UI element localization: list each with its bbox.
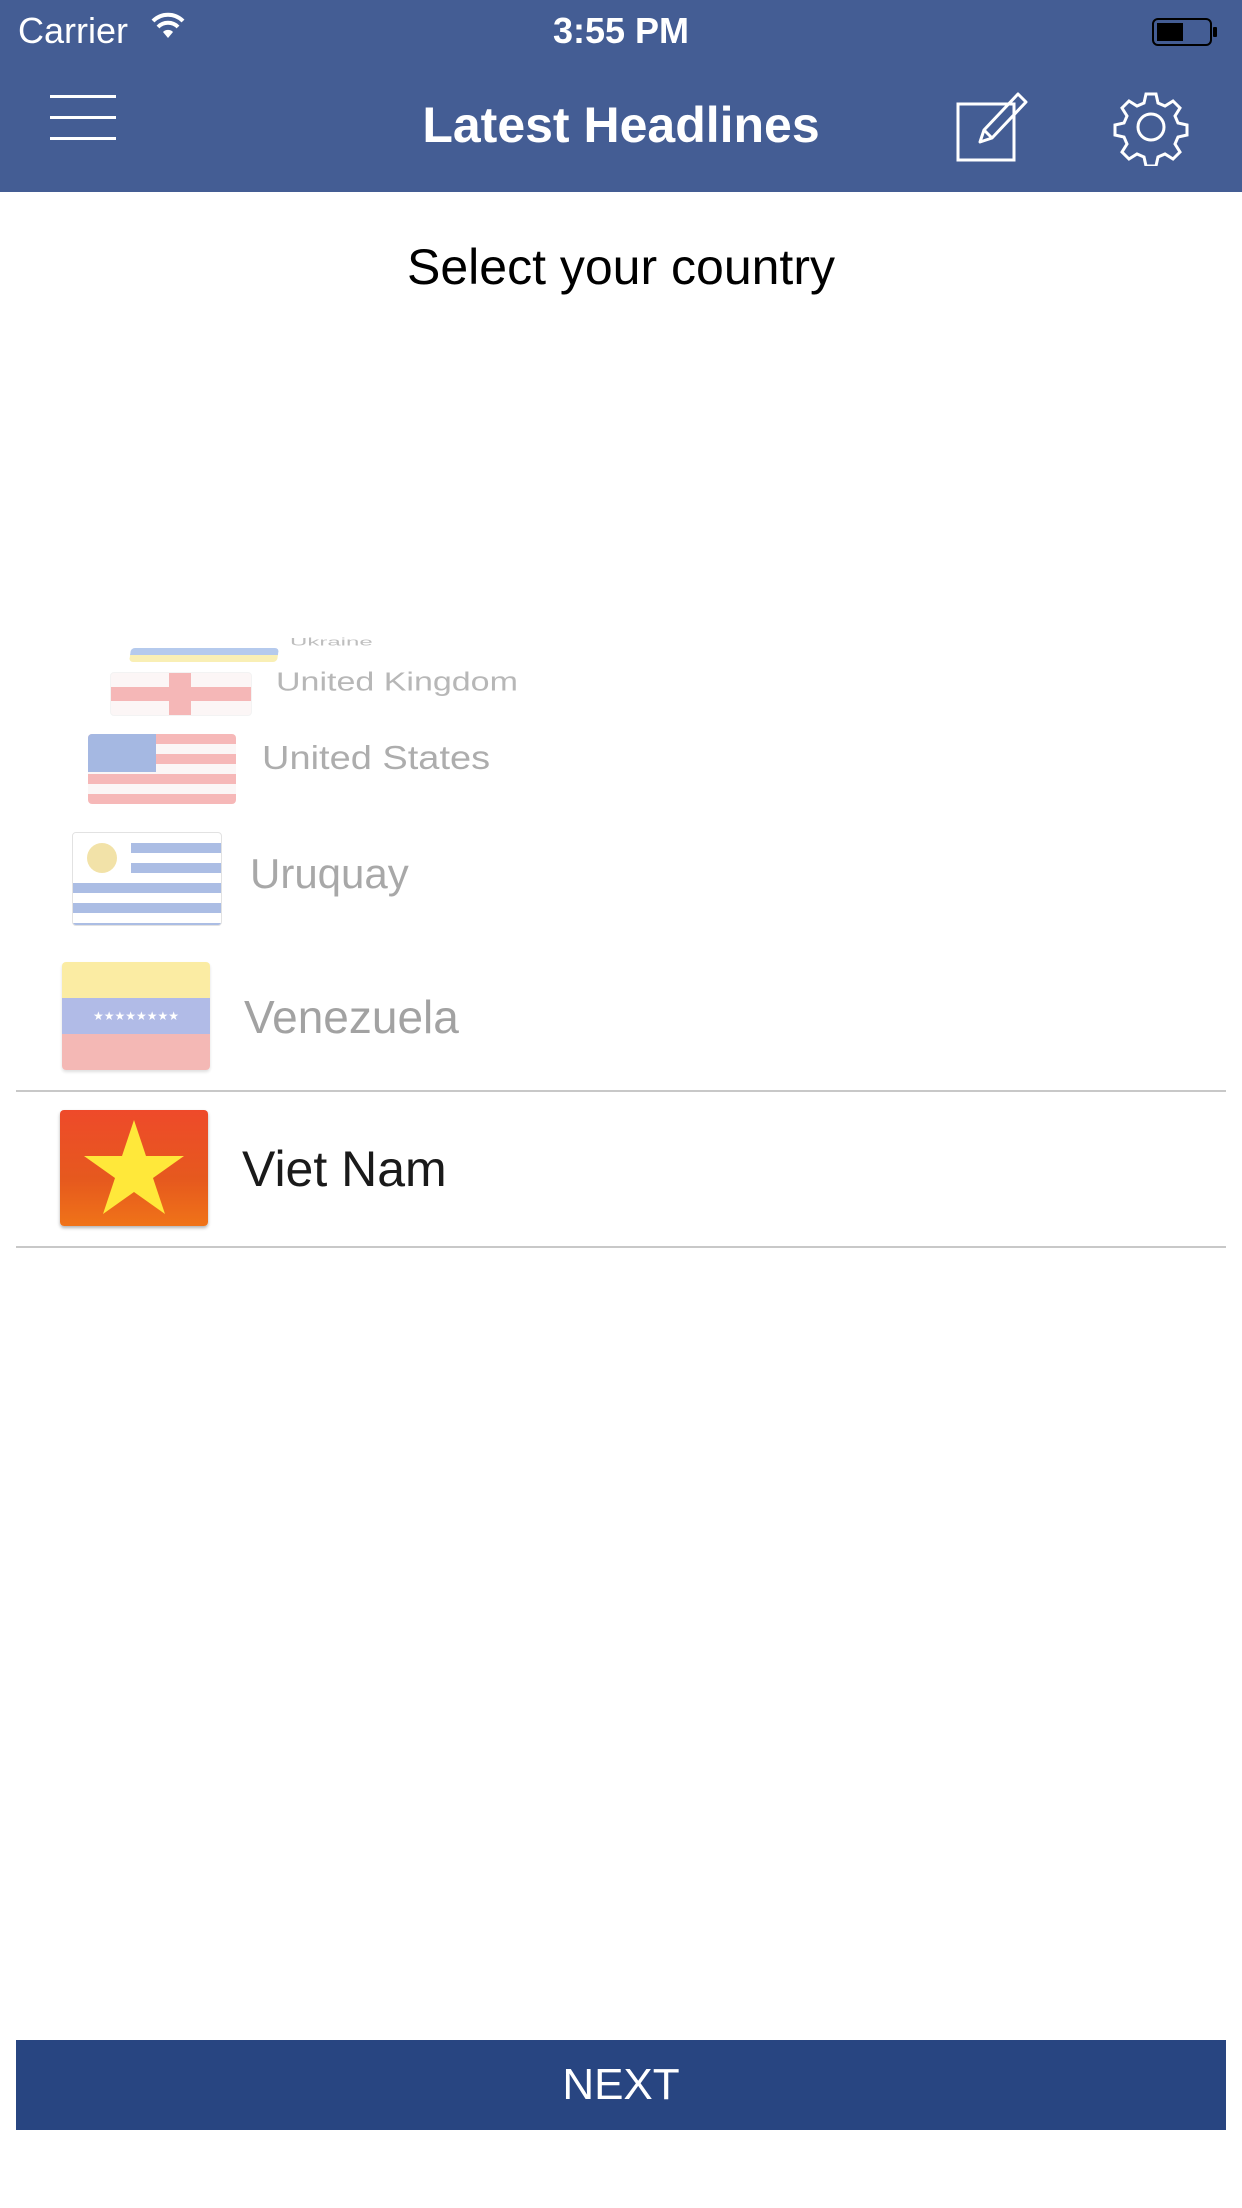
picker-row-viet-nam[interactable]: Viet Nam xyxy=(60,1110,760,1230)
england-flag-icon xyxy=(110,672,252,716)
battery-icon xyxy=(1152,18,1218,46)
country-picker[interactable]: Ukraine United Kingdom United States Uru… xyxy=(0,610,1242,1270)
venezuela-flag-icon: ★★★★★★★★ xyxy=(62,962,210,1070)
nav-bar: Latest Headlines xyxy=(0,62,1242,192)
compose-button[interactable] xyxy=(950,86,1030,166)
page-title: Latest Headlines xyxy=(422,97,820,153)
picker-row-label: United Kingdom xyxy=(276,668,518,697)
uruguay-flag-icon xyxy=(72,832,222,926)
clock: 3:55 PM xyxy=(552,10,690,51)
picker-row-united-kingdom[interactable]: United Kingdom xyxy=(104,666,664,726)
ukraine-flag-icon xyxy=(129,648,279,662)
us-flag-icon xyxy=(88,734,236,804)
picker-row-united-states[interactable]: United States xyxy=(84,728,684,808)
select-country-heading: Select your country xyxy=(407,239,835,295)
compose-icon xyxy=(956,92,1028,162)
picker-row-venezuela[interactable]: ★★★★★★★★ Venezuela xyxy=(62,962,662,1072)
header-bar: Carrier 3:55 PM Latest Headlines xyxy=(0,0,1242,192)
picker-row-label: Uruquay xyxy=(250,850,409,897)
picker-row-label-selected: Viet Nam xyxy=(242,1141,447,1197)
picker-row-label: Venezuela xyxy=(244,991,459,1043)
status-bar: Carrier 3:55 PM xyxy=(0,0,1242,62)
settings-button[interactable] xyxy=(1112,88,1190,168)
picker-selection-top-divider xyxy=(16,1090,1226,1092)
next-button[interactable]: NEXT xyxy=(16,2040,1226,2130)
star-icon xyxy=(84,1120,184,1214)
picker-row-label: United States xyxy=(262,740,491,777)
picker-row-label: Ukraine xyxy=(290,636,373,649)
vietnam-flag-icon xyxy=(60,1110,208,1226)
picker-row-uruguay[interactable]: Uruquay xyxy=(70,830,670,926)
gear-icon xyxy=(1113,92,1189,168)
picker-row-ukraine[interactable]: Ukraine xyxy=(120,634,520,664)
picker-selection-bottom-divider xyxy=(16,1246,1226,1248)
